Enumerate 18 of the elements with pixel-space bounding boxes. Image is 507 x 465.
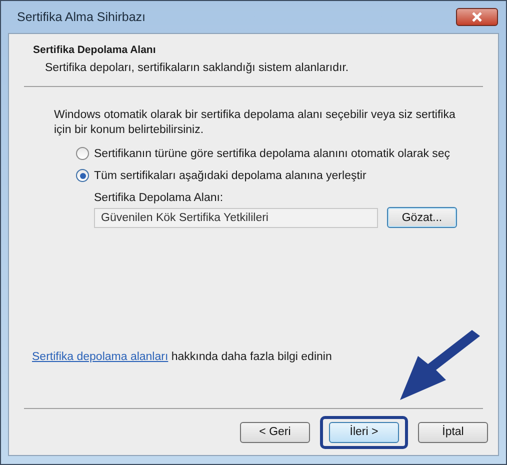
store-label: Sertifika Depolama Alanı:	[94, 192, 224, 204]
radio-button[interactable]	[76, 147, 89, 160]
help-text: Sertifika depolama alanları hakkında daha fazla bilgi edinin	[32, 351, 333, 363]
close-icon	[470, 12, 484, 22]
wizard-button[interactable]: < Geri	[240, 422, 310, 442]
page-subtitle: Sertifika depoları, sertifikaların saklandığı sistem alanlarıdır.	[45, 62, 350, 74]
intro-text: Windows otomatik olarak bir sertifika depolama alanı seçebilir veya siz sertifika için bir konum belirtebilirsiniz.	[54, 108, 456, 138]
wizard-button[interactable]: İleri >	[329, 422, 399, 442]
page-heading: Sertifika Depolama Alanı	[33, 44, 157, 56]
radio-button[interactable]	[76, 169, 89, 182]
help-link[interactable]: Sertifika depolama alanları	[32, 351, 168, 363]
window-title: Sertifika Alma Sihirbazı	[17, 10, 146, 24]
radio-label[interactable]: Sertifikanın türüne göre sertifika depolama alanını otomatik olarak seç	[94, 148, 450, 160]
store-field[interactable]: Güvenilen Kök Sertifika Yetkilileri	[94, 208, 378, 228]
browse-button[interactable]: Gözat...	[387, 207, 457, 228]
wizard-button[interactable]: İptal	[418, 422, 488, 442]
radio-label[interactable]: Tüm sertifikaları aşağıdaki depolama alanına yerleştir	[94, 170, 366, 182]
close-button[interactable]	[456, 8, 498, 26]
